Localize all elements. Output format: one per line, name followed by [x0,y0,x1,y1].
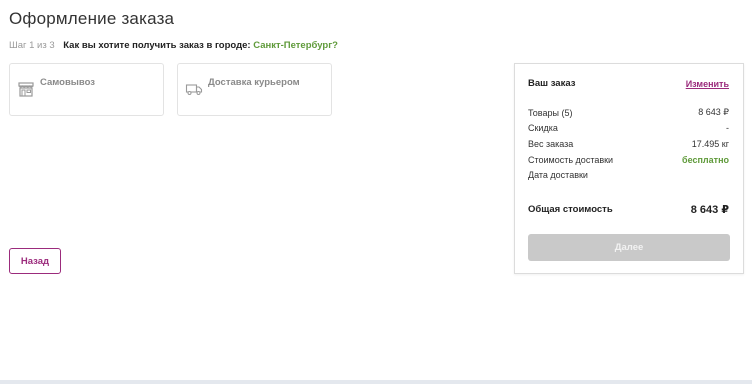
summary-row-weight: Вес заказа 17.495 кг [528,136,729,152]
order-summary-rows: Товары (5) 8 643 ₽ Скидка - Вес заказа 1… [528,105,729,183]
row-value: бесплатно [682,154,729,165]
order-summary-header: Ваш заказ Изменить [528,78,729,89]
delivery-option-label: Самовывоз [40,77,96,88]
truck-icon [185,80,203,98]
order-summary: Ваш заказ Изменить Товары (5) 8 643 ₽ Ск… [514,63,744,274]
step-counter: Шаг 1 из 3 [9,40,55,51]
store-icon [17,80,35,98]
city-link[interactable]: Санкт-Петербург? [253,40,338,51]
next-button[interactable]: Далее [528,234,730,261]
row-value: 17.495 кг [691,138,729,149]
delivery-question: Как вы хотите получить заказ в городе: [63,40,254,51]
summary-row-items: Товары (5) 8 643 ₽ [528,105,729,121]
order-total: Общая стоимость 8 643 ₽ [528,203,729,216]
bottom-divider [0,380,752,384]
step-indicator: Шаг 1 из 3 Как вы хотите получить заказ … [9,40,338,51]
edit-order-link[interactable]: Изменить [686,79,729,89]
delivery-option-courier[interactable]: Доставка курьером [177,63,332,116]
total-value: 8 643 ₽ [690,204,729,216]
summary-row-delivery-date: Дата доставки [528,167,729,183]
row-value: 8 643 ₽ [698,107,729,118]
summary-row-delivery-cost: Стоимость доставки бесплатно [528,152,729,168]
row-value: - [726,123,729,134]
row-label: Вес заказа [528,138,574,149]
row-label: Стоимость доставки [528,154,614,165]
delivery-option-label: Доставка курьером [208,77,300,88]
row-label: Товары (5) [528,107,573,118]
back-button[interactable]: Назад [9,248,61,274]
page-title: Оформление заказа [9,9,175,28]
row-label: Скидка [528,123,558,134]
order-summary-title: Ваш заказ [528,78,576,89]
total-label: Общая стоимость [528,204,613,215]
delivery-option-pickup[interactable]: Самовывоз [9,63,164,116]
row-label: Дата доставки [528,170,588,181]
summary-row-discount: Скидка - [528,121,729,137]
